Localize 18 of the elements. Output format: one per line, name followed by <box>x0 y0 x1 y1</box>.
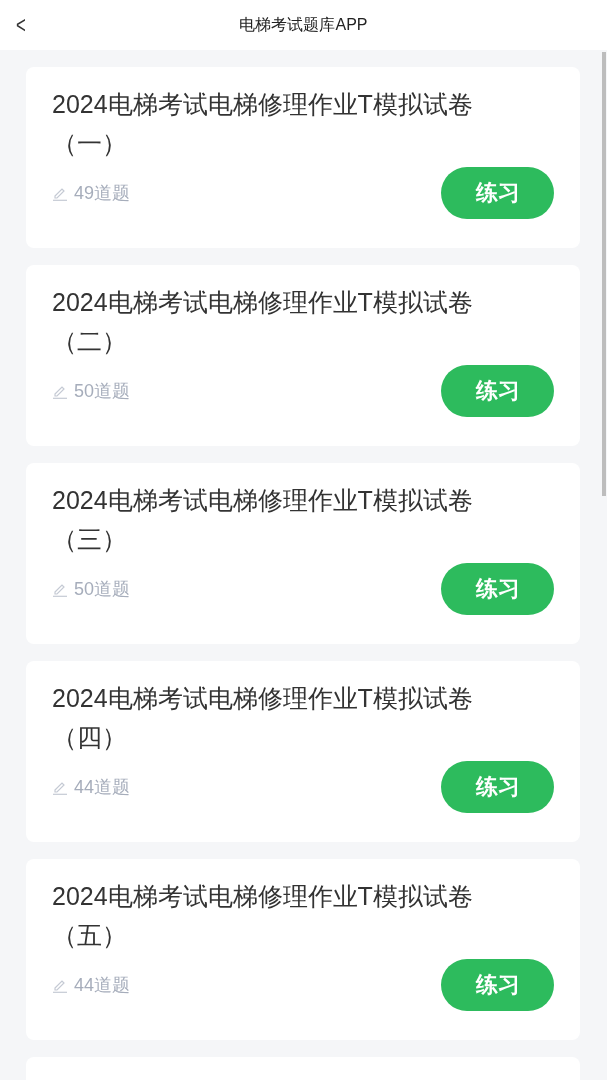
question-count: 49道题 <box>74 182 131 205</box>
paper-title: 2024电梯考试电梯修理作业T模拟试卷（五） <box>52 881 474 951</box>
practice-button[interactable]: 练习 <box>441 563 554 615</box>
question-count: 44道题 <box>74 974 131 997</box>
paper-title: 2024电梯考试电梯修理作业T模拟试卷（一） <box>52 89 474 159</box>
practice-button[interactable]: 练习 <box>441 167 554 219</box>
paper-title: 2024电梯考试电梯修理作业T模拟试卷（四） <box>52 683 474 753</box>
page-title: 电梯考试题库APP <box>239 14 368 35</box>
question-count: 50道题 <box>74 578 131 601</box>
scrollbar[interactable] <box>602 52 606 496</box>
back-button[interactable]: < <box>16 10 26 40</box>
practice-button[interactable]: 练习 <box>441 365 554 417</box>
paper-title: 2024电梯考试电梯修理作业T模拟试卷（二） <box>52 287 474 357</box>
paper-title: 2024电梯考试电梯修理作业T模拟试卷（三） <box>52 485 474 555</box>
practice-button[interactable]: 练习 <box>441 959 554 1011</box>
question-count: 44道题 <box>74 776 131 799</box>
question-count: 50道题 <box>74 380 131 403</box>
practice-button[interactable]: 练习 <box>441 761 554 813</box>
